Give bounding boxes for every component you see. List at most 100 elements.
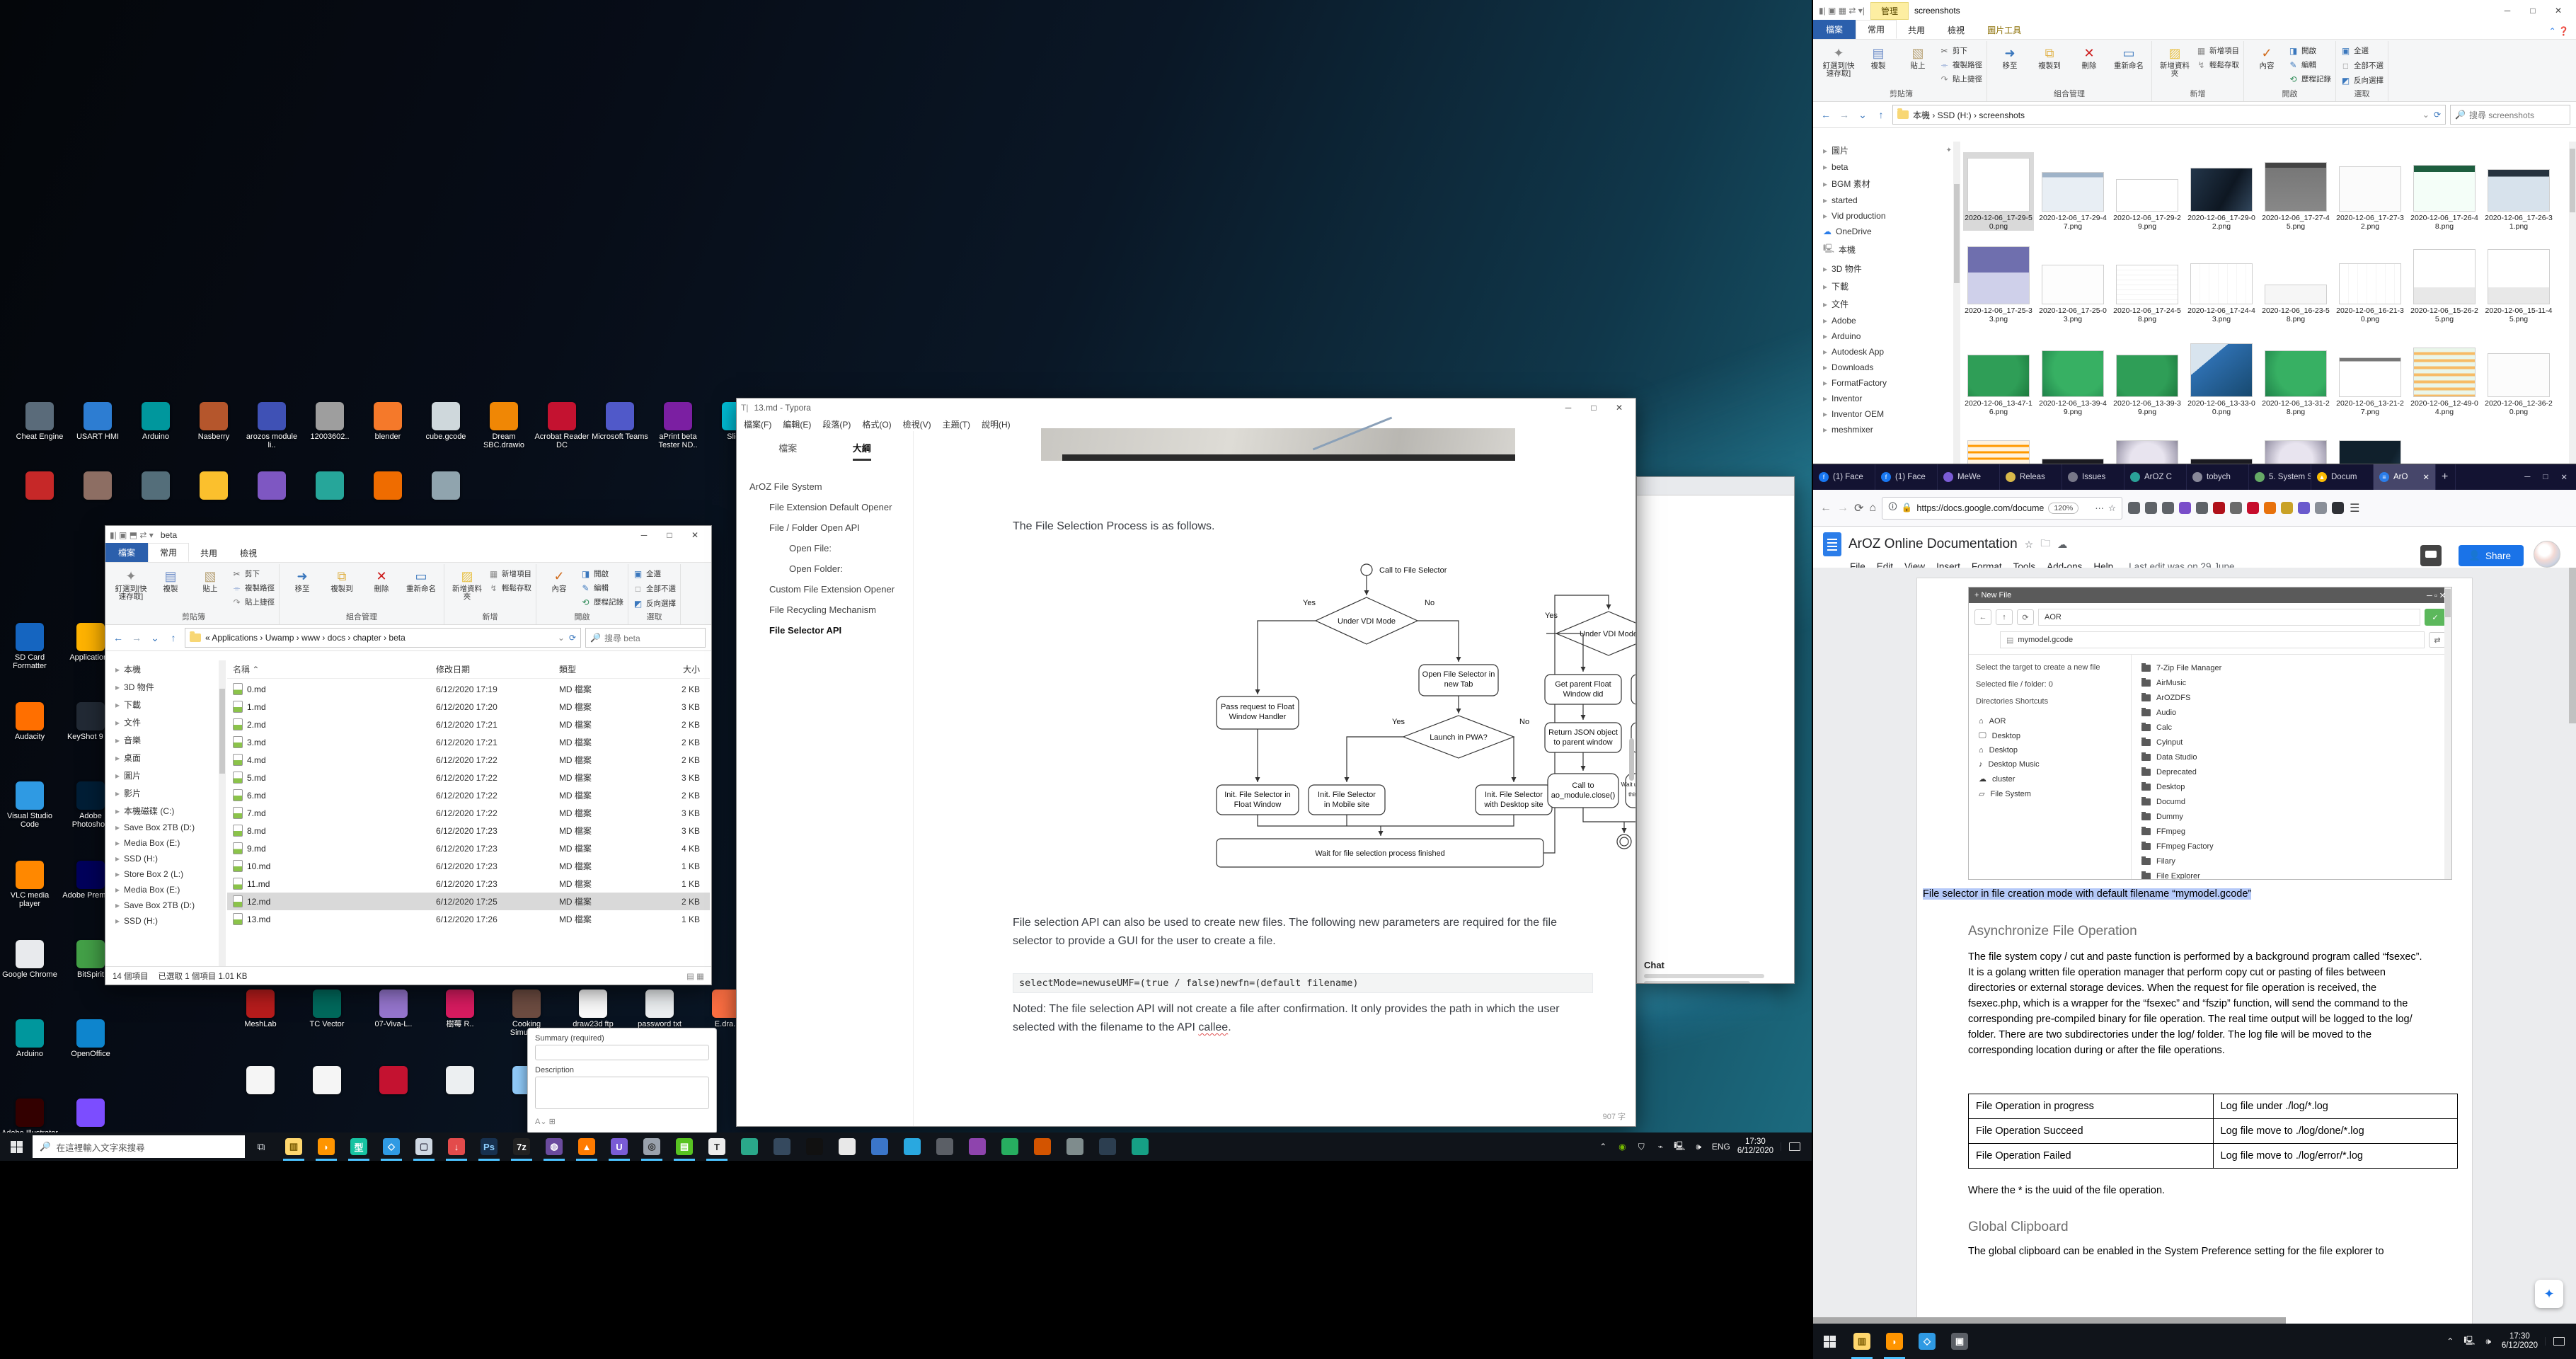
desktop-icon[interactable] xyxy=(245,471,299,502)
thumbnail[interactable]: 2020-12-06_13-47-16.png xyxy=(1963,338,2034,416)
taskbar-app[interactable] xyxy=(928,1132,961,1161)
ribbon-tab-4[interactable]: 檢視 xyxy=(229,544,268,562)
table-row[interactable]: 9.md6/12/2020 17:23MD 檔案4 KB xyxy=(227,839,710,857)
network-icon[interactable]: 🖳 xyxy=(2463,1336,2476,1348)
ribbon-button[interactable]: ◨開啟 xyxy=(580,567,623,580)
ribbon-tab-4[interactable]: 檢視 xyxy=(1936,21,1976,39)
extension-icon[interactable] xyxy=(2213,502,2225,514)
nav-scrollbar[interactable] xyxy=(219,660,226,966)
form-toolbar[interactable]: A⌄ ⊞ xyxy=(535,1118,556,1126)
table-row[interactable]: 7.md6/12/2020 17:22MD 檔案3 KB xyxy=(227,804,710,822)
table-row[interactable]: 2.md6/12/2020 17:21MD 檔案2 KB xyxy=(227,716,710,733)
ribbon-button[interactable]: ⟲歷程記錄 xyxy=(2288,72,2331,85)
sidebar-item[interactable]: ▸3D 物件 xyxy=(105,678,219,696)
ribbon-button[interactable]: ➜移至 xyxy=(284,564,321,593)
description-input[interactable] xyxy=(535,1077,709,1109)
sidebar-item[interactable]: ▸Media Box (E:) xyxy=(105,835,219,851)
desktop-icon[interactable] xyxy=(367,1066,420,1096)
extension-icon[interactable] xyxy=(2281,502,2293,514)
taskbar-pinned-app[interactable]: U xyxy=(603,1132,636,1161)
taskbar-app-icon[interactable]: ▣ xyxy=(1943,1324,1976,1359)
ribbon-button[interactable]: ✦釘選到[快速存取] xyxy=(113,564,149,601)
manage-tab[interactable]: 管理 xyxy=(1870,2,1909,20)
thumbnail[interactable]: 2020-12-06_16-23-58.png xyxy=(2260,245,2331,323)
desktop-icon[interactable]: Cheat Engine xyxy=(13,402,67,449)
sidebar-item[interactable]: ▸started xyxy=(1813,193,1953,208)
extension-icon[interactable] xyxy=(2162,502,2174,514)
recent-locations-dropdown[interactable]: ⌄ xyxy=(148,632,162,644)
task-view-button[interactable]: ⧉ xyxy=(245,1132,277,1161)
desktop-icon[interactable]: VLC media player xyxy=(3,861,57,940)
comment-history-icon[interactable] xyxy=(2420,545,2442,566)
extension-icon[interactable] xyxy=(2332,502,2344,514)
thumbnail[interactable]: 2020-12-06_17-25-03.png xyxy=(2037,245,2108,323)
desktop-icon[interactable]: Google Chrome xyxy=(3,940,57,1019)
desktop-icon[interactable]: aPrint beta Tester ND.. xyxy=(651,402,705,449)
notification-center-button[interactable] xyxy=(2545,1337,2572,1346)
desktop-icon[interactable]: cube.gcode xyxy=(419,402,473,449)
tab-outline[interactable]: 大綱 xyxy=(853,441,871,461)
ribbon-button[interactable]: ➜移至 xyxy=(1991,41,2028,70)
ribbon-help-icon[interactable]: ⌃ ❓ xyxy=(2542,23,2576,39)
volume-icon[interactable]: 🕪 xyxy=(2483,1336,2495,1348)
desktop-icon[interactable]: SD Card Formatter xyxy=(3,623,57,702)
desktop-icon[interactable] xyxy=(419,471,473,502)
menu-item[interactable]: 說明(H) xyxy=(982,418,1011,430)
maximize-button[interactable]: □ xyxy=(2521,3,2545,18)
minimize-button[interactable]: ─ xyxy=(1556,400,1580,415)
outline-item[interactable]: File Recycling Mechanism xyxy=(737,600,913,620)
sidebar-item[interactable]: ▸圖片 xyxy=(105,767,219,784)
sidebar-item[interactable]: ▸Arduino xyxy=(1813,328,1953,344)
taskbar-app[interactable] xyxy=(896,1132,928,1161)
sidebar-item[interactable]: ▸Adobe xyxy=(1813,313,1953,328)
summary-input[interactable] xyxy=(535,1045,709,1060)
thumbnail[interactable]: 2020-12-06_17-29-02.png xyxy=(2186,152,2257,231)
outline-item[interactable]: Open Folder: xyxy=(737,558,913,579)
sidebar-item[interactable]: ☁OneDrive xyxy=(1813,224,1953,239)
tab-files[interactable]: 檔案 xyxy=(778,441,797,461)
ribbon-button[interactable]: ◨開啟 xyxy=(2288,44,2331,57)
taskbar-app[interactable] xyxy=(831,1132,863,1161)
document-title[interactable]: ArOZ Online Documentation xyxy=(1848,537,2018,552)
ribbon-button[interactable]: ▣全選 xyxy=(633,567,676,580)
thumbnail[interactable]: 2020-12-06_13-21-27.png xyxy=(2335,338,2405,416)
taskbar-app[interactable] xyxy=(798,1132,831,1161)
thumbnail[interactable]: 2020-12-06_17-24-58.png xyxy=(2112,245,2183,323)
ribbon-button[interactable]: ✂剪下 xyxy=(231,567,275,580)
sidebar-item[interactable]: ▸Inventor xyxy=(1813,391,1953,406)
usb-icon[interactable]: ⌁ xyxy=(1655,1141,1667,1153)
up-button[interactable]: ↑ xyxy=(1874,109,1888,120)
taskbar-pinned-app[interactable]: ◇ xyxy=(375,1132,408,1161)
tab-close-icon[interactable]: ✕ xyxy=(2422,472,2430,482)
network-icon[interactable]: 🖳 xyxy=(1674,1141,1686,1153)
recent-locations-dropdown[interactable]: ⌄ xyxy=(1856,109,1870,121)
extension-icon[interactable] xyxy=(2315,502,2327,514)
browser-tab[interactable]: ArOZ C xyxy=(2124,464,2187,490)
volume-icon[interactable]: 🕪 xyxy=(1693,1141,1705,1153)
ribbon-button[interactable]: ↯輕鬆存取 xyxy=(488,581,531,594)
content-scrollbar[interactable] xyxy=(2569,142,2576,464)
taskbar-app[interactable] xyxy=(1091,1132,1124,1161)
thumbnail[interactable]: 2020-12-06_15-26-25.png xyxy=(2409,245,2480,323)
taskbar-pinned-app[interactable]: ▤ xyxy=(668,1132,701,1161)
typora-titlebar[interactable]: T| 13.md - Typora ─ □ ✕ xyxy=(737,398,1635,417)
extension-icon[interactable] xyxy=(2230,502,2242,514)
ribbon-tab-1[interactable]: 檔案 xyxy=(1813,20,1856,39)
browser-tab[interactable]: f(1) Face xyxy=(1875,464,1938,490)
taskbar-pinned-app[interactable]: ↓ xyxy=(440,1132,473,1161)
desktop-icon[interactable]: 12003602.. xyxy=(303,402,357,449)
thumbnail[interactable]: 2020-12-06_13-39-49.png xyxy=(2037,338,2108,416)
browser-tab[interactable]: Issues xyxy=(2062,464,2124,490)
close-button[interactable]: ✕ xyxy=(2546,3,2570,18)
home-icon[interactable]: ⌂ xyxy=(1869,502,1876,515)
forward-button[interactable]: → xyxy=(130,632,144,643)
picture-tools-tab[interactable]: 圖片工具 xyxy=(1976,21,2032,39)
clock[interactable]: 17:306/12/2020 xyxy=(1737,1137,1773,1156)
outline-item[interactable]: File / Folder Open API xyxy=(737,517,913,538)
extension-icon[interactable] xyxy=(2196,502,2208,514)
tray-chevron-icon[interactable]: ⌃ xyxy=(1597,1141,1609,1153)
table-row[interactable]: 13.md6/12/2020 17:26MD 檔案1 KB xyxy=(227,910,710,928)
desktop-icon[interactable]: OpenOffice xyxy=(64,1019,117,1099)
desktop-icon[interactable]: Nasberry xyxy=(187,402,241,449)
quick-access-toolbar[interactable]: ▮| ▣ ▦ ⇄ ▾| xyxy=(1819,6,1865,16)
